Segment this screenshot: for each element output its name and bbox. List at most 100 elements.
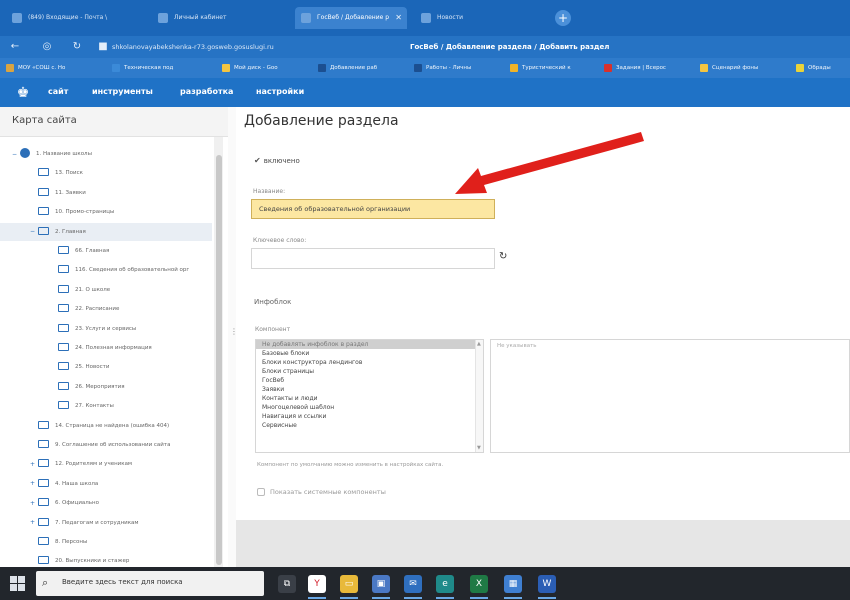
bookmark-item[interactable]: Обрады	[796, 62, 848, 74]
tree-item[interactable]: +4. Наша школа	[0, 475, 212, 493]
tree-item-label: 8. Персоны	[55, 539, 88, 545]
edge-icon[interactable]: e	[436, 575, 454, 593]
component-label: Компонент	[255, 326, 291, 333]
tree-toggle-icon[interactable]: −	[12, 146, 20, 164]
sidebar-scroll-thumb[interactable]	[216, 155, 222, 565]
listbox-scrollbar[interactable]: ▲ ▼	[475, 340, 483, 452]
word-icon[interactable]: W	[538, 575, 556, 593]
component-option[interactable]: Базовые блоки	[256, 349, 483, 358]
tree-toggle-icon[interactable]: +	[30, 456, 38, 474]
browser-tab-0[interactable]: (849) Входящие - Почта \	[6, 7, 146, 29]
tree-item-label: 2. Главная	[55, 228, 86, 235]
bookmark-label: Техническая под	[124, 65, 174, 71]
tree-item[interactable]: 27. Контакты	[0, 397, 212, 415]
new-tab-button[interactable]: +	[555, 10, 571, 26]
back-arrow-icon[interactable]: ←	[8, 40, 22, 54]
folder-icon	[38, 537, 49, 545]
bookmark-item[interactable]: Работы - Личны	[414, 62, 504, 74]
component-option[interactable]: ГосВеб	[256, 376, 483, 385]
component-option[interactable]: Многоцелевой шаблон	[256, 403, 483, 412]
tree-item[interactable]: +6. Официально	[0, 494, 212, 512]
component-option[interactable]: Сервисные	[256, 421, 483, 430]
folder-icon	[38, 187, 49, 196]
store-icon[interactable]: ▣	[372, 575, 390, 593]
tree-item[interactable]: +7. Педагогам и сотрудникам	[0, 514, 212, 532]
windows-start-icon[interactable]	[10, 576, 26, 592]
tree-item[interactable]: − 1. Название школы	[0, 145, 212, 163]
tree-item[interactable]: 11. Заявки	[0, 184, 212, 202]
tree-item[interactable]: 14. Страница не найдена (ошибка 404)	[0, 417, 212, 435]
tree-item[interactable]: 21. О школе	[0, 281, 212, 299]
tree-item[interactable]: 116. Сведения об образовательной орг	[0, 261, 212, 279]
tree-item[interactable]: 8. Персоны	[0, 533, 212, 551]
taskbar-search-placeholder: Введите здесь текст для поиска	[62, 578, 183, 586]
menu-settings[interactable]: настройки	[256, 86, 304, 98]
tree-item[interactable]: 25. Новости	[0, 358, 212, 376]
menu-tools[interactable]: инструменты	[92, 86, 153, 98]
bookmark-item[interactable]: Туристический к	[510, 62, 598, 74]
tree-item[interactable]: 10. Промо-страницы	[0, 203, 212, 221]
tree-toggle-icon[interactable]: +	[30, 495, 38, 513]
excel-icon[interactable]: X	[470, 575, 488, 593]
tree-item-label: 26. Мероприятия	[75, 383, 125, 390]
task-view-icon[interactable]: ⧉	[278, 575, 296, 593]
file-explorer-icon[interactable]: ▭	[340, 575, 358, 593]
menu-development[interactable]: разработка	[180, 86, 233, 98]
component-listbox[interactable]: Не добавлять инфоблок в раздел Базовые бл…	[255, 339, 484, 453]
bookmark-item[interactable]: МОУ «СОШ с. Но	[6, 62, 106, 74]
component-option[interactable]: Контакты и люди	[256, 394, 483, 403]
forward-arrow-icon[interactable]: ◎	[40, 40, 54, 54]
component-subselect[interactable]: Не указывать	[490, 339, 850, 453]
sidebar-title: Карта сайта	[12, 115, 77, 126]
mail-icon[interactable]: ✉	[404, 575, 422, 593]
tree-item[interactable]: 24. Полезная информация	[0, 339, 212, 357]
component-option[interactable]: Блоки страницы	[256, 367, 483, 376]
folder-icon	[38, 420, 49, 429]
yandex-browser-icon[interactable]: Y	[308, 575, 326, 593]
windows-taskbar: ⌕ Введите здесь текст для поиска ⧉ Y ▭ ▣ ✉ e X…	[0, 567, 850, 600]
taskbar-search-box[interactable]: ⌕ Введите здесь текст для поиска	[36, 571, 264, 596]
keywords-label: Ключевое слово:	[253, 237, 307, 244]
tree-item[interactable]: 26. Мероприятия	[0, 378, 212, 396]
name-input[interactable]: Сведения об образовательной организации	[251, 199, 495, 219]
reload-icon[interactable]: ↻	[70, 40, 84, 54]
bookmark-label: Работы - Личны	[426, 65, 472, 71]
bookmark-item[interactable]: Задания | Всерос	[604, 62, 694, 74]
eagle-emblem-icon[interactable]: ♚	[13, 83, 33, 103]
tree-toggle-icon[interactable]: +	[30, 475, 38, 493]
folder-icon	[58, 323, 69, 332]
bookmark-label: МОУ «СОШ с. Но	[18, 65, 66, 71]
bookmark-item[interactable]: Мой диск - Goo	[222, 62, 312, 74]
tree-item[interactable]: +12. Родителям и ученикам	[0, 455, 212, 473]
tree-toggle-icon[interactable]: +	[30, 514, 38, 532]
tree-item[interactable]: 22. Расписание	[0, 300, 212, 318]
url-field[interactable]: shkolanovayabekshenka-r73.gosweb.gosuslu…	[112, 40, 402, 54]
tree-item[interactable]: − 2. Главная	[0, 222, 212, 241]
tree-toggle-icon[interactable]: −	[30, 223, 38, 241]
site-map-sidebar: Карта сайта − 1. Название школы 13. Поиск 1…	[0, 107, 228, 567]
bookmark-item[interactable]: Добавление раб	[318, 62, 408, 74]
bookmark-item[interactable]: Сценарий фоны	[700, 62, 790, 74]
bookmark-item[interactable]: Техническая под	[112, 62, 216, 74]
browser-tab-1[interactable]: Личный кабинет	[152, 7, 287, 29]
component-option[interactable]: Заявки	[256, 385, 483, 394]
keywords-input[interactable]	[251, 248, 495, 269]
tree-item[interactable]: 9. Соглашение об использовании сайта	[0, 436, 212, 454]
remote-desktop-icon[interactable]: ▦	[504, 575, 522, 593]
browser-tab-3[interactable]: Новости	[415, 7, 535, 29]
refresh-icon[interactable]: ↻	[499, 251, 507, 262]
component-option[interactable]: Не добавлять инфоблок в раздел	[256, 340, 483, 349]
main-content	[236, 107, 850, 567]
component-option[interactable]: Навигация и ссылки	[256, 412, 483, 421]
tab-label: ГосВеб / Добавление р	[317, 14, 389, 21]
enabled-checkbox[interactable]: ✔ включено	[254, 155, 300, 167]
panel-splitter[interactable]: ⋮	[228, 107, 238, 567]
tree-item[interactable]: 66. Главная	[0, 242, 212, 260]
browser-tab-2[interactable]: ГосВеб / Добавление р ✕	[295, 7, 407, 29]
tree-item[interactable]: 13. Поиск	[0, 164, 212, 182]
show-system-components-checkbox[interactable]: Показать системные компоненты	[257, 487, 386, 497]
close-tab-icon[interactable]: ✕	[395, 7, 402, 29]
component-option[interactable]: Блоки конструктора лендингов	[256, 358, 483, 367]
tree-item[interactable]: 23. Услуги и сервисы	[0, 320, 212, 338]
menu-site[interactable]: сайт	[48, 86, 68, 98]
